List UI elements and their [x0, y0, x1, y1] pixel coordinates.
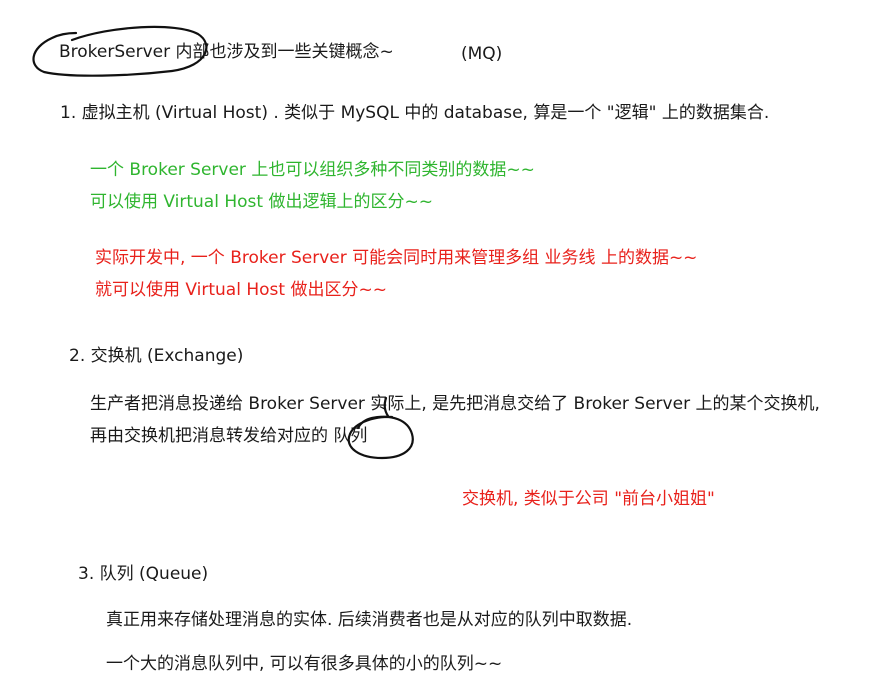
section-3-heading: 3. 队列 (Queue) [78, 564, 209, 584]
mq-tag: (MQ) [461, 44, 503, 64]
section-1-green-note-2: 可以使用 Virtual Host 做出逻辑上的区分~~ [90, 192, 433, 212]
section-1-heading: 1. 虚拟主机 (Virtual Host) . 类似于 MySQL 中的 da… [60, 103, 770, 123]
note-page: { "header": { "title": "BrokerServer 内部也… [0, 0, 894, 684]
section-1-red-note-2: 就可以使用 Virtual Host 做出区分~~ [95, 280, 387, 300]
section-3-body-1: 真正用来存储处理消息的实体. 后续消费者也是从对应的队列中取数据. [106, 610, 633, 630]
page-title: BrokerServer 内部也涉及到一些关键概念~ [59, 42, 394, 62]
section-2-body-1: 生产者把消息投递给 Broker Server 实际上, 是先把消息交给了 Br… [90, 394, 820, 414]
section-3-body-2: 一个大的消息队列中, 可以有很多具体的小的队列~~ [106, 654, 503, 674]
section-2-red-note: 交换机, 类似于公司 "前台小姐姐" [462, 489, 715, 509]
section-1-red-note-1: 实际开发中, 一个 Broker Server 可能会同时用来管理多组 业务线 … [95, 248, 698, 268]
section-1-green-note-1: 一个 Broker Server 上也可以组织多种不同类别的数据~~ [90, 160, 535, 180]
section-2-heading: 2. 交换机 (Exchange) [69, 346, 244, 366]
section-2-body-2: 再由交换机把消息转发给对应的 队列 [90, 426, 368, 446]
